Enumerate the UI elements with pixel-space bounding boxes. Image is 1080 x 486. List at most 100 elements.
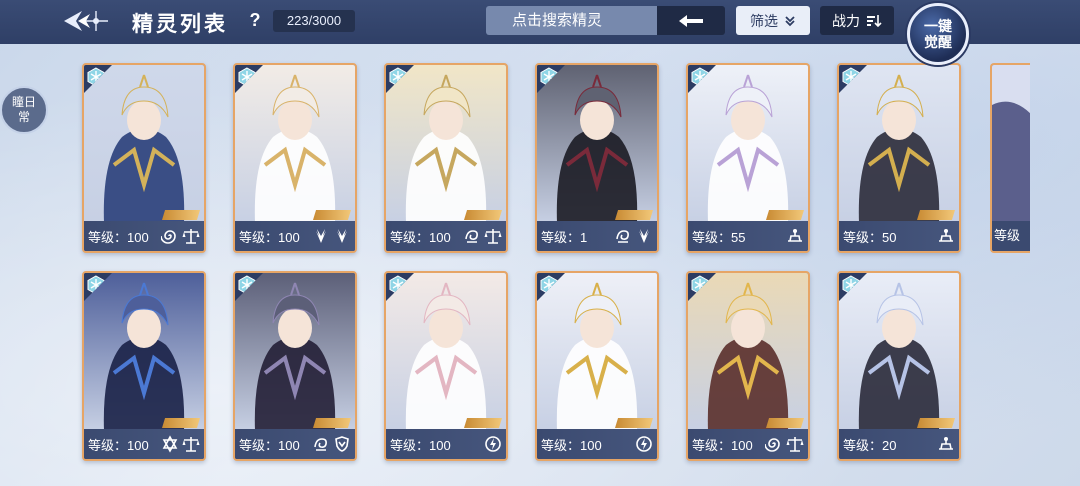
spirit-card[interactable]: 等级：100 [233,271,357,461]
level-bar: 等级：100 [386,221,506,251]
rarity-tag [464,210,502,220]
rarity-tag [313,418,351,428]
spirit-portrait [386,273,506,431]
rarity-tag [917,210,955,220]
back-arrow-icon [64,11,108,31]
spirit-portrait [839,65,959,223]
wisdom-icon [937,435,955,453]
spirit-portrait [235,65,355,223]
spirit-count: 223/3000 [273,10,355,32]
swirl-icon [463,227,481,245]
daily-side-tab[interactable]: 瞳日常 [0,86,48,134]
rarity-tag [162,418,200,428]
search-input[interactable]: 点击搜索精灵 [486,6,658,35]
wing-icon [635,227,653,245]
wing-icon [312,227,330,245]
trait-icons [937,435,955,453]
level-label: 等级：100 [390,229,451,245]
shield-icon [333,435,351,453]
trait-icons [786,227,804,245]
swirl-icon [614,227,632,245]
spirit-portrait [688,65,808,223]
trait-icons [463,227,502,245]
level-bar: 等级：100 [84,429,204,459]
spirit-portrait [688,273,808,431]
spirit-portrait [84,273,204,431]
filter-label: 筛选 [750,12,778,29]
level-bar: 等级：100 [235,221,355,251]
trait-icons [635,435,653,453]
rarity-tag [615,210,653,220]
level-bar: 等级：55 [688,221,808,251]
spirit-portrait [84,65,204,223]
trait-icons [765,435,804,453]
spirit-portrait [537,65,657,223]
rarity-tag [313,210,351,220]
scale-icon [182,435,200,453]
spirit-portrait [839,273,959,431]
level-label: 等级：20 [843,437,897,453]
spirit-card[interactable]: 等级：100 [384,63,508,253]
double-chevron-down-icon [785,15,795,26]
spirit-portrait [537,273,657,431]
sort-power-button[interactable]: 战力 [820,6,894,35]
lightning-icon [484,435,502,453]
spirit-card[interactable]: 等级：100 [82,271,206,461]
spirit-portrait [992,65,1030,225]
lightning-icon [635,435,653,453]
spiral-icon [161,227,179,245]
scale-icon [182,227,200,245]
sort-label: 战力 [832,12,860,29]
page-title: 精灵列表 [132,13,228,36]
trait-icons [312,227,351,245]
level-label: 等级：55 [692,229,746,245]
level-bar: 等级：100 [235,429,355,459]
spirit-card[interactable]: 等级：100 [535,271,659,461]
help-button[interactable]: ? [243,8,267,32]
spirit-card[interactable]: 等级：100 [384,271,508,461]
level-label: 等级：1 [541,229,588,245]
level-bar: 等级：100 [688,429,808,459]
rarity-tag [766,210,804,220]
level-bar: 等级：100 [537,429,657,459]
spirit-card[interactable]: 等级：1 [535,63,659,253]
filter-button[interactable]: 筛选 [736,6,810,35]
star-icon [161,435,179,453]
spirit-card[interactable]: 等级：50 [837,63,961,253]
wisdom-icon [937,227,955,245]
spirit-card[interactable]: 等级：100 [82,63,206,253]
wing-icon [333,227,351,245]
sort-icon [867,14,882,27]
level-bar: 等级：1 [537,221,657,251]
trait-icons [161,227,200,245]
level-label: 等级：100 [692,437,753,453]
level-label: 等级 [994,228,1021,243]
level-label: 等级：50 [843,229,897,245]
trait-icons [161,435,200,453]
arrow-left-icon [679,14,703,27]
trait-icons [312,435,351,453]
wisdom-icon [786,227,804,245]
scale-icon [786,435,804,453]
level-bar: 等级：20 [839,429,959,459]
swirl-icon [312,435,330,453]
spirit-card[interactable]: 等级：100 [686,271,810,461]
back-button[interactable] [58,6,112,36]
spirit-card[interactable]: 等级：100 [233,63,357,253]
level-label: 等级：100 [239,437,300,453]
awaken-label-line2: 觉醒 [924,34,952,50]
spirit-portrait [235,273,355,431]
trait-icons [937,227,955,245]
level-label: 等级：100 [88,229,149,245]
spiral-icon [765,435,783,453]
level-bar: 等级：100 [84,221,204,251]
spirit-card[interactable]: 等级：20 [837,271,961,461]
level-label: 等级：100 [390,437,451,453]
one-click-awaken-button[interactable]: 一键 觉醒 [907,3,969,65]
spirit-card[interactable]: 等级：55 [686,63,810,253]
level-bar: 等级：50 [839,221,959,251]
spirit-card-partial[interactable]: 等级 [990,63,1030,253]
rarity-tag [464,418,502,428]
search-button[interactable] [657,6,725,35]
level-bar: 等级：100 [386,429,506,459]
